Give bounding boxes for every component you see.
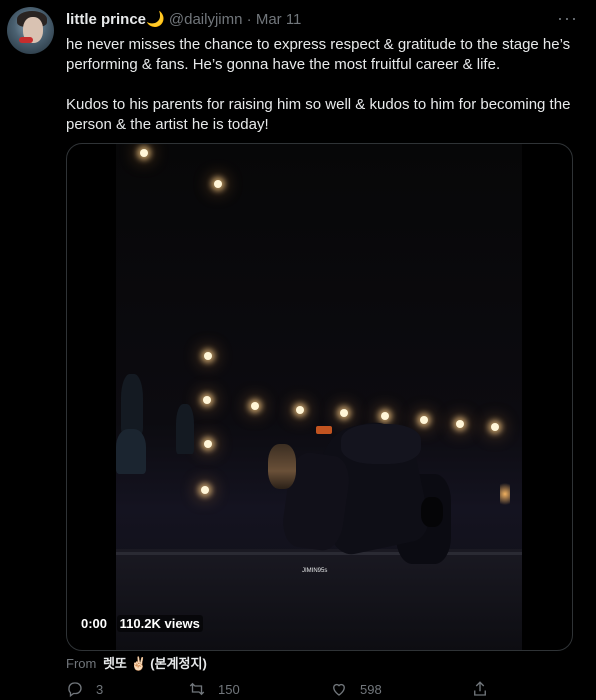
tweet-paragraph: he never misses the chance to express re…: [66, 36, 571, 73]
source-account-link[interactable]: 렛또 ✌🏻 (본계정지): [103, 656, 207, 671]
reply-count: 3: [96, 681, 104, 697]
retweet-count: 150: [218, 681, 240, 697]
handle[interactable]: @dailyjimn: [169, 11, 243, 28]
retweet-icon: [189, 682, 205, 696]
like-count: 598: [360, 681, 382, 697]
avatar[interactable]: [7, 7, 54, 54]
reply-icon: [68, 682, 82, 698]
tweet-header: little prince🌙 @dailyjimn · Mar 11: [66, 10, 301, 28]
tweet-date[interactable]: Mar 11: [256, 11, 302, 28]
more-horizontal-icon[interactable]: ···: [557, 8, 578, 29]
tweet-paragraph: Kudos to his parents for raising him so …: [66, 96, 571, 133]
tweet-actions: 3 150 598: [66, 680, 496, 700]
reply-button[interactable]: 3: [66, 680, 103, 698]
moon-emoji: 🌙: [146, 11, 165, 28]
tweet-text: he never misses the chance to express re…: [66, 35, 581, 135]
heart-icon: [333, 683, 345, 696]
display-name[interactable]: little prince: [66, 11, 146, 28]
separator: ·: [246, 11, 252, 28]
video-source: From 렛또 ✌🏻 (본계정지): [66, 653, 207, 672]
video-frame[interactable]: JIMIN95s: [116, 144, 522, 650]
from-label: From: [66, 656, 97, 671]
video-watermark: JIMIN95s: [302, 568, 328, 574]
share-icon: [474, 681, 486, 696]
share-button[interactable]: [471, 680, 489, 698]
video-player[interactable]: JIMIN95s 0:00 110.2K views: [66, 143, 573, 651]
retweet-button[interactable]: 150: [188, 680, 240, 698]
video-views: 110.2K views: [116, 615, 203, 632]
video-controls: 0:00 110.2K views: [81, 615, 203, 632]
video-time: 0:00: [81, 616, 108, 631]
like-button[interactable]: 598: [330, 680, 382, 698]
